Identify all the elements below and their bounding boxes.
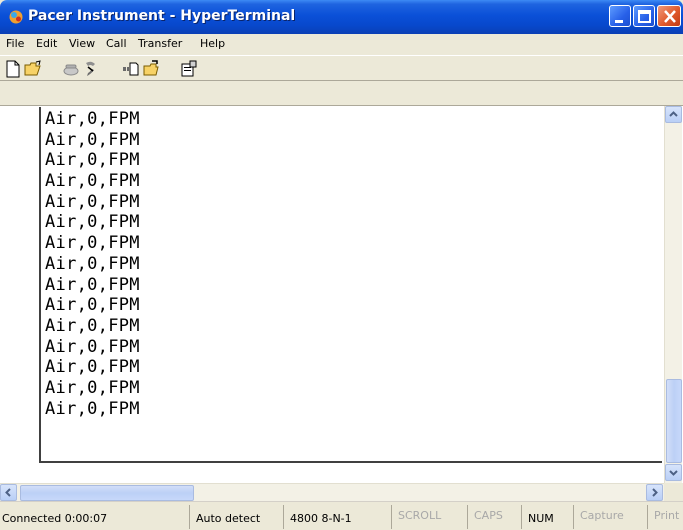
- hyperterminal-window: Pacer Instrument - HyperTerminal File Ed…: [0, 0, 683, 530]
- chevron-up-icon: [669, 111, 678, 117]
- disconnect-phone-icon[interactable]: [82, 60, 100, 78]
- status-print-echo: Print echo: [654, 509, 683, 522]
- open-folder-icon[interactable]: [24, 60, 42, 78]
- terminal-line: Air,0,FPM: [45, 274, 140, 295]
- status-connected: Connected 0:00:07: [0, 505, 190, 529]
- vertical-scroll-thumb[interactable]: [666, 379, 682, 463]
- minimize-button[interactable]: [609, 5, 631, 27]
- title-bar[interactable]: Pacer Instrument - HyperTerminal: [0, 0, 683, 34]
- close-icon: [664, 10, 676, 23]
- scroll-left-button[interactable]: [0, 484, 17, 501]
- status-bar: Connected 0:00:07 Auto detect 4800 8-N-1…: [0, 501, 683, 530]
- terminal-line: Air,0,FPM: [45, 129, 140, 150]
- scroll-down-button[interactable]: [665, 464, 682, 481]
- scrollbar-corner: [664, 483, 683, 501]
- new-document-icon[interactable]: [4, 60, 22, 78]
- receive-icon[interactable]: [142, 60, 160, 78]
- horizontal-scroll-thumb[interactable]: [20, 485, 194, 501]
- terminal-line: Air,0,FPM: [45, 171, 140, 192]
- maximize-button[interactable]: [633, 5, 655, 27]
- menu-help[interactable]: Help: [200, 37, 225, 50]
- scroll-up-button[interactable]: [665, 106, 682, 123]
- terminal-line: Air,0,FPM: [45, 295, 140, 316]
- status-capture: Capture: [578, 505, 648, 529]
- menu-transfer[interactable]: Transfer: [138, 37, 182, 50]
- terminal-line: Air,0,FPM: [45, 357, 140, 378]
- terminal-line: Air,0,FPM: [45, 212, 140, 233]
- close-button[interactable]: [657, 5, 681, 27]
- scroll-right-button[interactable]: [646, 484, 663, 501]
- hyperterminal-app-icon[interactable]: [8, 9, 24, 25]
- maximize-icon: [638, 10, 651, 23]
- vertical-scrollbar[interactable]: [664, 106, 682, 483]
- terminal-line: Air,0,FPM: [45, 109, 140, 129]
- toolbar: [0, 55, 683, 81]
- status-caps: CAPS: [472, 505, 522, 529]
- chevron-right-icon: [652, 488, 658, 497]
- menu-file[interactable]: File: [6, 37, 24, 50]
- status-detect: Auto detect: [194, 505, 284, 529]
- terminal-line: Air,0,FPM: [45, 377, 140, 398]
- terminal-line: Air,0,FPM: [45, 191, 140, 212]
- properties-icon[interactable]: [180, 60, 198, 78]
- terminal-line: Air,0,FPM: [45, 253, 140, 274]
- menu-call[interactable]: Call: [106, 37, 127, 50]
- status-scroll: SCROLL: [396, 505, 468, 529]
- horizontal-scrollbar[interactable]: [0, 483, 664, 501]
- chevron-down-icon: [669, 470, 678, 476]
- connect-phone-icon[interactable]: [62, 60, 80, 78]
- chevron-left-icon: [5, 488, 11, 497]
- status-settings: 4800 8-N-1: [288, 505, 392, 529]
- terminal-line: Air,0,FPM: [45, 150, 140, 171]
- terminal-output: Air,0,FPM Air,0,FPM Air,0,FPM Air,0,FPM …: [45, 109, 140, 419]
- menu-bar: File Edit View Call Transfer Help: [0, 34, 683, 54]
- terminal-line: Air,0,FPM: [45, 233, 140, 254]
- terminal-line: Air,0,FPM: [45, 336, 140, 357]
- send-icon[interactable]: [122, 60, 140, 78]
- status-num: NUM: [526, 505, 574, 529]
- window-title: Pacer Instrument - HyperTerminal: [28, 8, 296, 24]
- terminal-line: Air,0,FPM: [45, 315, 140, 336]
- menu-edit[interactable]: Edit: [36, 37, 57, 50]
- terminal-screen[interactable]: Air,0,FPM Air,0,FPM Air,0,FPM Air,0,FPM …: [39, 107, 662, 463]
- terminal-frame: Air,0,FPM Air,0,FPM Air,0,FPM Air,0,FPM …: [0, 105, 683, 483]
- minimize-icon: [615, 20, 623, 23]
- menu-view[interactable]: View: [69, 37, 95, 50]
- terminal-line: Air,0,FPM: [45, 398, 140, 419]
